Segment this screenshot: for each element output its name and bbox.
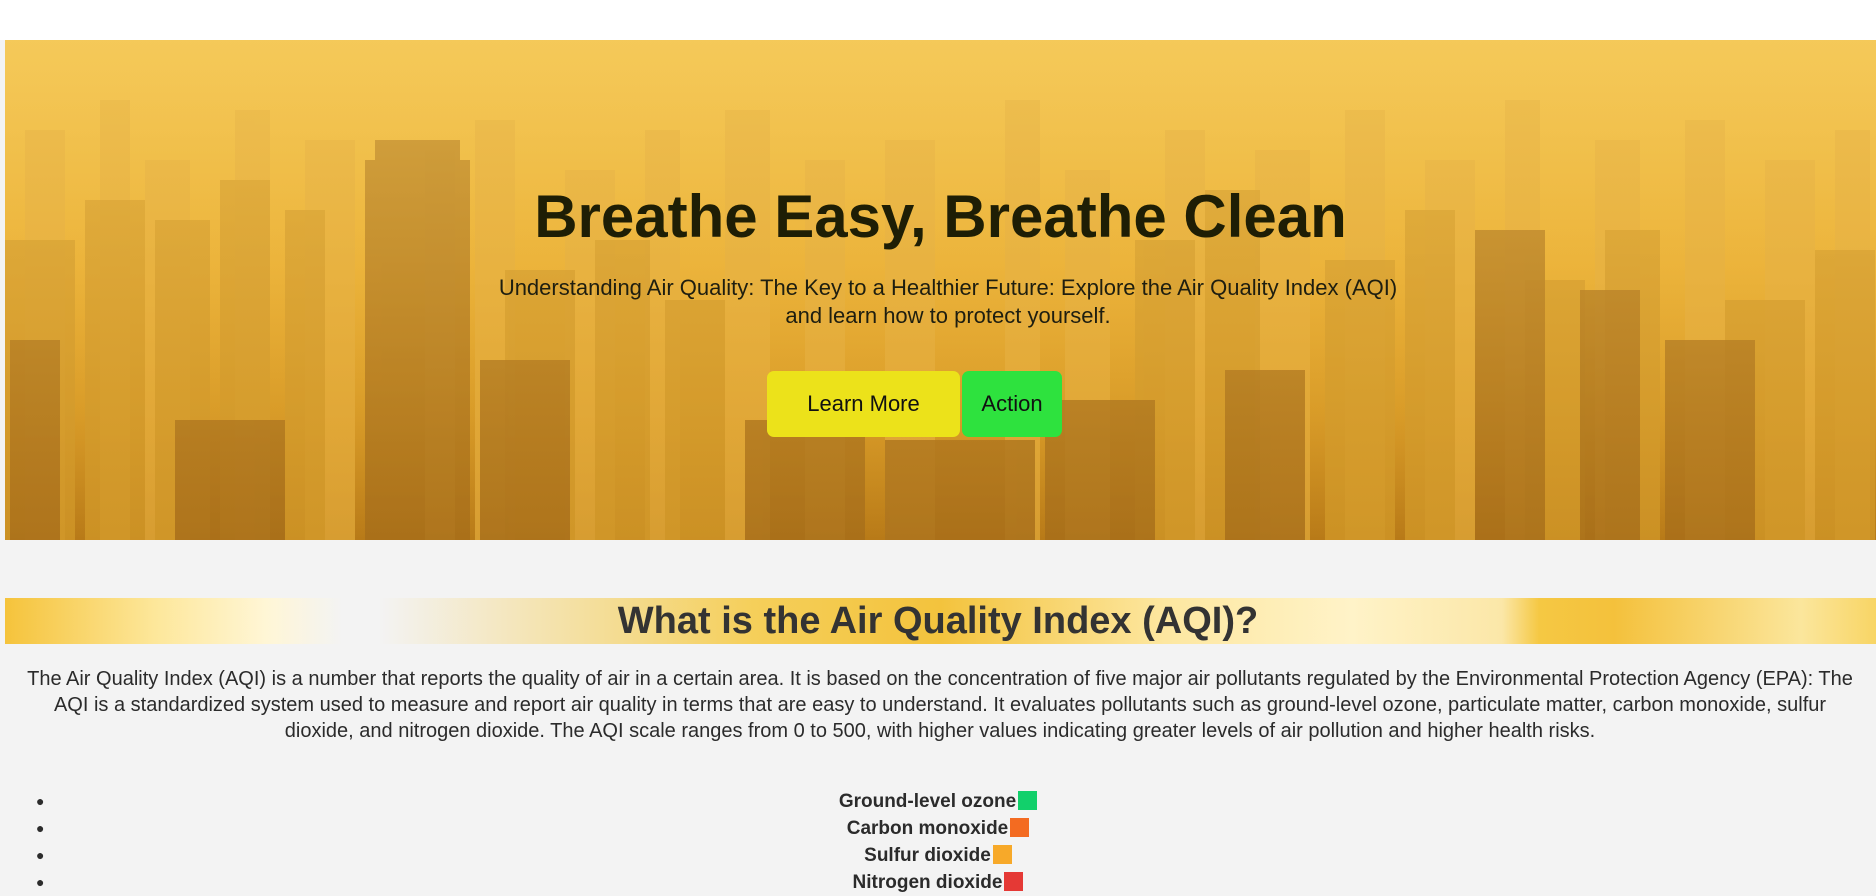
color-swatch-icon <box>1010 818 1030 837</box>
bullet-icon: ● <box>36 874 45 890</box>
hero-content: Breathe Easy, Breathe Clean Understandin… <box>5 40 1876 540</box>
hero-title: Breathe Easy, Breathe Clean <box>534 183 1347 250</box>
color-swatch-icon <box>1004 872 1024 891</box>
list-item: ● Ground-level ozone <box>0 788 1876 815</box>
bullet-icon: ● <box>36 820 45 836</box>
hero-button-row: Learn More Action <box>5 371 1876 437</box>
aqi-heading: What is the Air Quality Index (AQI)? <box>617 600 1259 642</box>
list-item: ● Nitrogen dioxide <box>0 869 1876 896</box>
bullet-icon: ● <box>36 847 45 863</box>
color-swatch-icon <box>992 845 1012 864</box>
pollutant-name: Nitrogen dioxide <box>852 872 1003 893</box>
bullet-icon: ● <box>36 793 45 809</box>
color-swatch-icon <box>1018 791 1038 810</box>
aqi-description: The Air Quality Index (AQI) is a number … <box>27 668 1853 742</box>
learn-more-button[interactable]: Learn More <box>767 371 960 437</box>
list-item: ● Carbon monoxide <box>0 815 1876 842</box>
pollutant-name: Ground-level ozone <box>838 791 1017 812</box>
pollutant-name: Sulfur dioxide <box>864 845 991 866</box>
hero-subtitle: Understanding Air Quality: The Key to a … <box>498 275 1398 328</box>
pollutant-name: Carbon monoxide <box>846 818 1009 839</box>
pollutant-list: ● Ground-level ozone ● Carbon monoxide ●… <box>0 788 1876 896</box>
action-button[interactable]: Action <box>962 371 1062 437</box>
hero-section: Breathe Easy, Breathe Clean Understandin… <box>5 40 1876 540</box>
list-item: ● Sulfur dioxide <box>0 842 1876 869</box>
top-bar <box>0 0 1876 40</box>
